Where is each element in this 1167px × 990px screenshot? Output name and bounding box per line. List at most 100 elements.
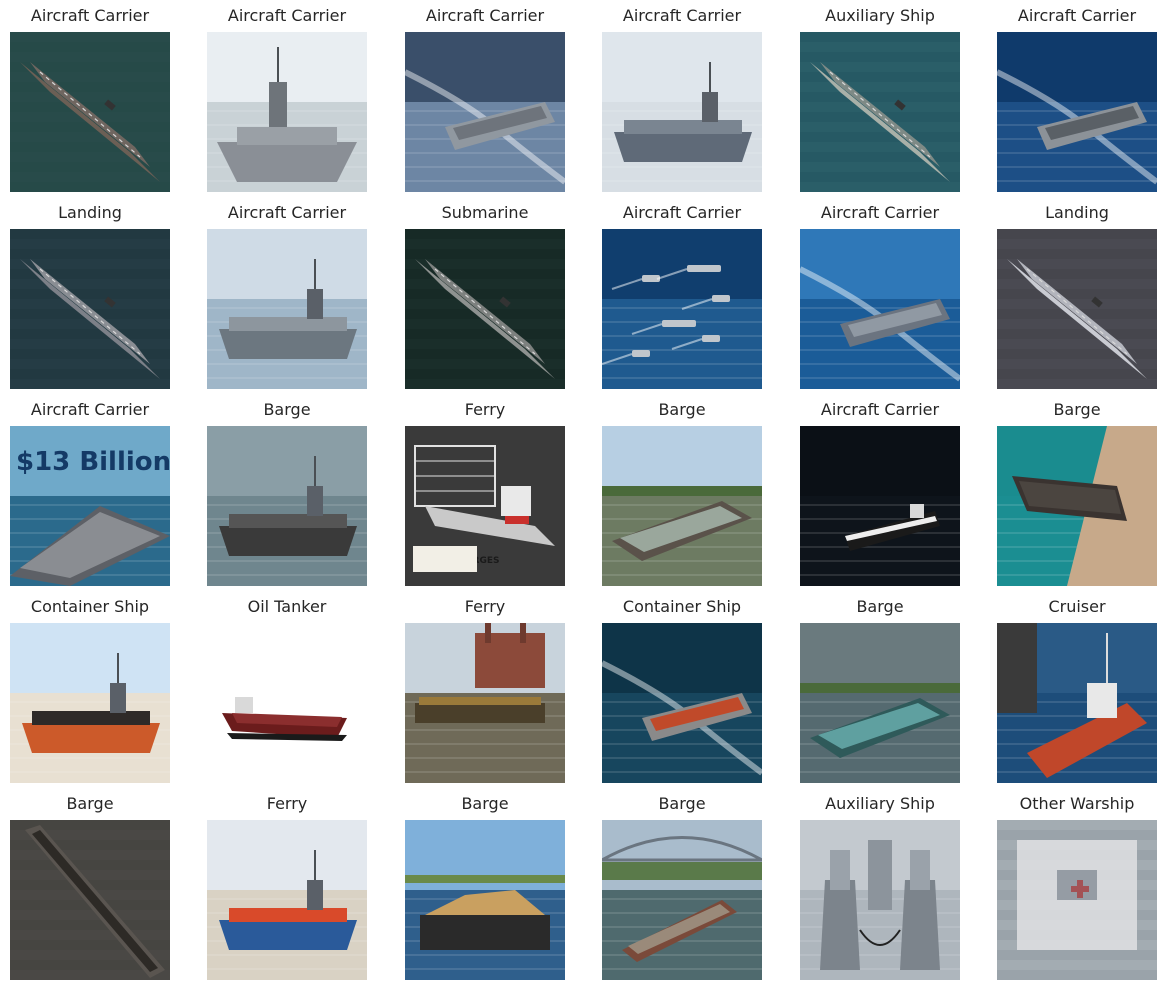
ship-thumbnail <box>405 229 565 389</box>
ship-thumbnail <box>10 820 170 980</box>
ship-image <box>405 820 565 980</box>
cell-label: Aircraft Carrier <box>425 6 545 25</box>
cell-label: Aircraft Carrier <box>30 6 150 25</box>
ship-image <box>602 820 762 980</box>
ship-thumbnail <box>800 229 960 389</box>
grid-cell: Auxiliary Ship <box>800 794 960 980</box>
ship-image <box>997 426 1157 586</box>
ship-image <box>800 820 960 980</box>
ship-thumbnail <box>997 820 1157 980</box>
grid-cell: Cruiser <box>997 597 1157 783</box>
ship-thumbnail <box>207 426 367 586</box>
grid-cell: Barge <box>800 597 960 783</box>
grid-cell: Aircraft Carrier <box>800 203 960 389</box>
ship-image <box>997 229 1157 389</box>
ship-image <box>405 32 565 192</box>
ship-thumbnail <box>405 623 565 783</box>
grid-cell: Aircraft Carrier <box>602 203 762 389</box>
grid-cell: Barge <box>997 400 1157 586</box>
ship-image <box>405 623 565 783</box>
ship-thumbnail <box>800 32 960 192</box>
cell-label: Oil Tanker <box>247 597 327 616</box>
ship-thumbnail <box>800 820 960 980</box>
ship-image <box>207 820 367 980</box>
ship-thumbnail <box>997 229 1157 389</box>
grid-cell: Barge <box>405 794 565 980</box>
grid-cell: Auxiliary Ship <box>800 6 960 192</box>
cell-label: Aircraft Carrier <box>227 203 347 222</box>
ship-thumbnail <box>10 229 170 389</box>
cell-label: Ferry <box>464 400 506 419</box>
cell-label: Landing <box>58 203 122 222</box>
grid-cell: Barge <box>602 794 762 980</box>
grid-cell: Ferry <box>405 597 565 783</box>
ship-thumbnail <box>207 820 367 980</box>
ship-thumbnail <box>405 820 565 980</box>
cell-label: Barge <box>263 400 311 419</box>
image-grid: Aircraft Carrier Aircraft Carrier Aircraft… <box>0 0 1167 990</box>
ship-thumbnail <box>602 426 762 586</box>
ship-thumbnail: INLAND BARGES <box>405 426 565 586</box>
ship-image <box>602 32 762 192</box>
cell-label: Landing <box>1045 203 1109 222</box>
cell-label: Aircraft Carrier <box>820 203 940 222</box>
ship-image: $13 Billion <box>10 426 170 586</box>
grid-cell: Barge <box>207 400 367 586</box>
ship-thumbnail <box>602 820 762 980</box>
cell-label: Barge <box>856 597 904 616</box>
grid-cell: Ferry <box>207 794 367 980</box>
ship-thumbnail <box>800 623 960 783</box>
cell-label: Submarine <box>441 203 529 222</box>
cell-label: Barge <box>658 794 706 813</box>
cell-label: Barge <box>1053 400 1101 419</box>
grid-cell: Container Ship <box>602 597 762 783</box>
cell-label: Aircraft Carrier <box>820 400 940 419</box>
cell-label: Barge <box>658 400 706 419</box>
ship-image <box>10 229 170 389</box>
grid-cell: Landing <box>997 203 1157 389</box>
grid-cell: Landing <box>10 203 170 389</box>
ship-image: INLAND BARGES <box>405 426 565 586</box>
cell-label: Cruiser <box>1048 597 1106 616</box>
ship-image <box>10 32 170 192</box>
ship-image <box>10 820 170 980</box>
grid-cell: Aircraft Carrier <box>207 6 367 192</box>
ship-thumbnail <box>602 32 762 192</box>
ship-image <box>800 426 960 586</box>
ship-image <box>997 623 1157 783</box>
ship-image <box>207 229 367 389</box>
ship-thumbnail <box>405 32 565 192</box>
ship-thumbnail <box>10 623 170 783</box>
cell-label: Container Ship <box>622 597 742 616</box>
cell-label: Aircraft Carrier <box>30 400 150 419</box>
ship-image <box>602 426 762 586</box>
ship-image <box>207 32 367 192</box>
grid-cell: Aircraft Carrier <box>10 6 170 192</box>
cell-label: Auxiliary Ship <box>825 794 935 813</box>
ship-thumbnail <box>207 32 367 192</box>
ship-image <box>207 426 367 586</box>
grid-cell: Aircraft Carrier <box>602 6 762 192</box>
cell-label: Aircraft Carrier <box>622 203 742 222</box>
grid-cell: Ferry INLAND BARGES <box>405 400 565 586</box>
cell-label: Barge <box>66 794 114 813</box>
grid-cell: Aircraft Carrier <box>800 400 960 586</box>
ship-thumbnail <box>207 623 367 783</box>
ship-thumbnail <box>207 229 367 389</box>
cell-label: Other Warship <box>1019 794 1135 813</box>
ship-image <box>800 623 960 783</box>
grid-cell: Container Ship <box>10 597 170 783</box>
cell-label: Ferry <box>266 794 308 813</box>
grid-cell: Barge <box>10 794 170 980</box>
cell-label: Container Ship <box>30 597 150 616</box>
ship-thumbnail <box>997 623 1157 783</box>
cell-label: Aircraft Carrier <box>1017 6 1137 25</box>
ship-image <box>405 229 565 389</box>
ship-thumbnail <box>997 32 1157 192</box>
cell-label: Aircraft Carrier <box>622 6 742 25</box>
ship-thumbnail <box>602 229 762 389</box>
ship-image <box>602 623 762 783</box>
ship-thumbnail <box>800 426 960 586</box>
cell-label: Barge <box>461 794 509 813</box>
cell-label: Ferry <box>464 597 506 616</box>
